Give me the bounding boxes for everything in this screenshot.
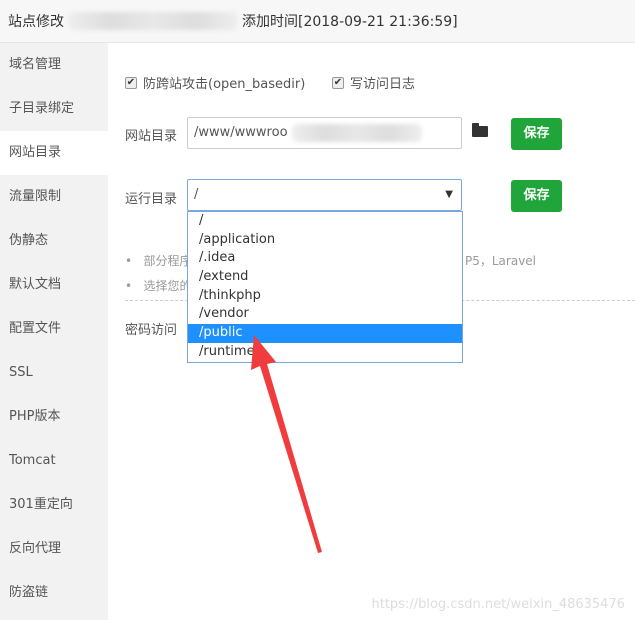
red-arrow-annotation (251, 335, 322, 553)
